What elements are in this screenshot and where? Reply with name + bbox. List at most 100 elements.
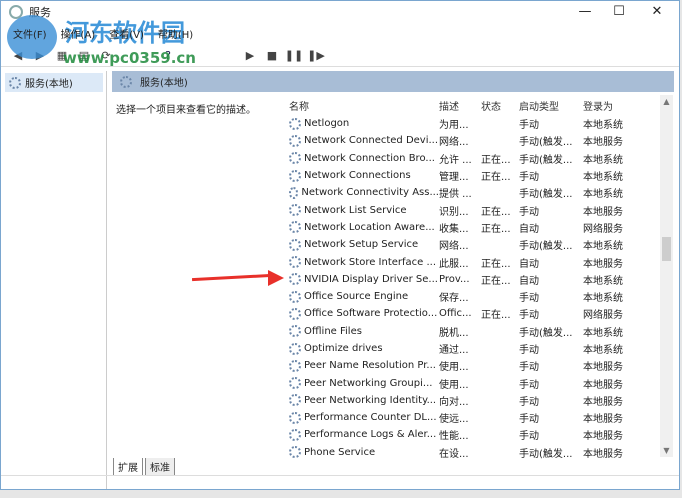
scroll-down-icon[interactable]: ▼ (660, 446, 673, 455)
table-row[interactable]: Network Store Interface ... 此服... 正在... 自动 本… (289, 253, 661, 270)
status-bar (1, 475, 679, 491)
row-name: Network Connection Bro... (304, 152, 435, 164)
row-name-cell: Office Software Protectio... (289, 307, 439, 320)
menu-bar: 文件(F) 操作(A) 查看(V) 帮助(H) (1, 23, 193, 43)
table-row[interactable]: Phone Service 在设... 手动(触发... 本地服务 (289, 444, 661, 461)
row-name: Network Connectivity Ass... (301, 187, 439, 199)
col-status[interactable]: 状态 (481, 98, 519, 113)
services-list: 名称 描述 状态 启动类型 登录为 Netlogon 为用... 手动 本地系统 Net… (289, 95, 661, 461)
table-row[interactable]: Network Connection Bro... 允许 ... 正在... 手动(触… (289, 150, 661, 167)
tab-extended[interactable]: 扩展 (113, 458, 143, 476)
table-row[interactable]: NVIDIA Display Driver Se... Prov... 正在... 自… (289, 271, 661, 288)
tree-pane: 服务(本地) (5, 71, 107, 489)
row-description: Prov... (439, 273, 470, 285)
row-log-on-as: 本地服务 (583, 396, 623, 408)
service-gear-icon (289, 325, 301, 338)
row-description: 收集... (439, 223, 469, 235)
stop-icon[interactable]: ■ (265, 49, 279, 63)
list-header: 名称 描述 状态 启动类型 登录为 (289, 95, 661, 115)
row-startup-type: 自动 (519, 275, 539, 287)
menu-view[interactable]: 查看(V) (109, 26, 144, 41)
row-description: 为用... (439, 120, 469, 132)
row-name-cell: Phone Service (289, 446, 439, 459)
col-description[interactable]: 描述 (439, 98, 481, 113)
description-text: 选择一个项目来查看它的描述。 (116, 105, 256, 116)
table-row[interactable]: Network Connectivity Ass... 提供 ... 手动(触发..… (289, 184, 661, 201)
row-description: 通过... (439, 345, 469, 356)
menu-action[interactable]: 操作(A) (61, 26, 96, 41)
row-log-on-as: 本地服务 (583, 258, 623, 270)
col-log-on-as[interactable]: 登录为 (583, 98, 643, 113)
row-name-cell: Netlogon (289, 117, 439, 130)
annotation-arrowhead (268, 270, 284, 286)
row-description: 向对... (439, 396, 469, 408)
row-name: Performance Counter DL... (304, 412, 437, 424)
table-row[interactable]: Peer Networking Groupi... 使用... 手动 本地服务 (289, 374, 661, 391)
row-description: 管理... (439, 172, 469, 184)
service-gear-icon (289, 411, 301, 424)
row-log-on-as: 本地系统 (583, 345, 623, 356)
pause-icon[interactable]: ❚❚ (285, 49, 303, 63)
tree-item-services-local[interactable]: 服务(本地) (5, 73, 103, 92)
maximize-button[interactable]: ☐ (601, 1, 637, 23)
row-name: Peer Name Resolution Pr... (304, 360, 436, 372)
table-row[interactable]: Network Setup Service 网络... 手动(触发... 本地系统 (289, 236, 661, 253)
row-name-cell: Peer Name Resolution Pr... (289, 359, 439, 372)
row-log-on-as: 本地系统 (583, 327, 623, 339)
row-status: 正在... (481, 172, 511, 184)
col-startup-type[interactable]: 启动类型 (519, 98, 583, 113)
start-icon[interactable]: ▶ (243, 49, 257, 63)
row-description: 提供 ... (439, 189, 472, 201)
row-name-cell: Performance Logs & Aler... (289, 428, 439, 441)
vertical-scrollbar[interactable]: ▲ ▼ (660, 95, 673, 457)
table-row[interactable]: Performance Counter DL... 使远... 手动 本地服务 (289, 409, 661, 426)
row-name-cell: Network Connection Bro... (289, 152, 439, 165)
service-gear-icon (289, 307, 301, 320)
col-name[interactable]: 名称 (289, 98, 439, 113)
watermark-url: www.pc0359.cn (63, 49, 196, 67)
services-icon (120, 75, 132, 88)
service-gear-icon (289, 342, 301, 355)
table-row[interactable]: Network Connected Devi... 网络... 手动(触发... 本地… (289, 132, 661, 149)
table-row[interactable]: Network Connections 管理... 正在... 手动 本地系统 (289, 167, 661, 184)
table-row[interactable]: Office Source Engine 保存... 手动 本地系统 (289, 288, 661, 305)
row-description: 在设... (439, 448, 469, 460)
minimize-button[interactable]: — (567, 1, 603, 23)
table-row[interactable]: Office Software Protectio... Offic... 正在..… (289, 305, 661, 322)
menu-help[interactable]: 帮助(H) (158, 26, 193, 41)
scroll-thumb[interactable] (662, 237, 671, 261)
row-description: 使用... (439, 362, 469, 374)
row-name: Network Connections (304, 170, 411, 182)
row-log-on-as: 本地系统 (583, 189, 623, 201)
row-startup-type: 手动 (519, 414, 539, 426)
row-name: Network Store Interface ... (304, 256, 437, 268)
service-gear-icon (289, 446, 301, 459)
services-window: 服务 — ☐ ✕ 河东软件园 www.pc0359.cn 文件(F) 操作(A)… (0, 0, 680, 490)
row-name: Peer Networking Identity... (304, 394, 437, 406)
service-gear-icon (289, 117, 301, 130)
row-description: 此服... (439, 258, 469, 270)
service-gear-icon (289, 169, 301, 182)
row-log-on-as: 网络服务 (583, 310, 623, 322)
row-log-on-as: 本地系统 (583, 293, 623, 305)
restart-icon[interactable]: ❚▶ (307, 49, 325, 63)
row-log-on-as: 本地系统 (583, 172, 623, 184)
scroll-up-icon[interactable]: ▲ (660, 97, 673, 106)
table-row[interactable]: Performance Logs & Aler... 性能... 手动 本地服务 (289, 426, 661, 443)
pane-header: 服务(本地) (112, 71, 674, 92)
service-gear-icon (289, 359, 301, 372)
tab-standard[interactable]: 标准 (145, 458, 175, 476)
table-row[interactable]: Offline Files 脱机... 手动(触发... 本地系统 (289, 323, 661, 340)
row-description: 允许 ... (439, 154, 472, 166)
service-gear-icon (289, 273, 301, 286)
table-row[interactable]: Network List Service 识别... 正在... 手动 本地服务 (289, 201, 661, 218)
table-row[interactable]: Peer Name Resolution Pr... 使用... 手动 本地服务 (289, 357, 661, 374)
menu-file[interactable]: 文件(F) (13, 26, 47, 41)
table-row[interactable]: Netlogon 为用... 手动 本地系统 (289, 115, 661, 132)
row-name: Network Setup Service (304, 239, 419, 251)
table-row[interactable]: Network Location Aware... 收集... 正在... 自动 网络服… (289, 219, 661, 236)
row-status: 正在... (481, 275, 511, 287)
table-row[interactable]: Optimize drives 通过... 手动 本地系统 (289, 340, 661, 357)
close-button[interactable]: ✕ (639, 1, 675, 23)
table-row[interactable]: Peer Networking Identity... 向对... 手动 本地服务 (289, 392, 661, 409)
